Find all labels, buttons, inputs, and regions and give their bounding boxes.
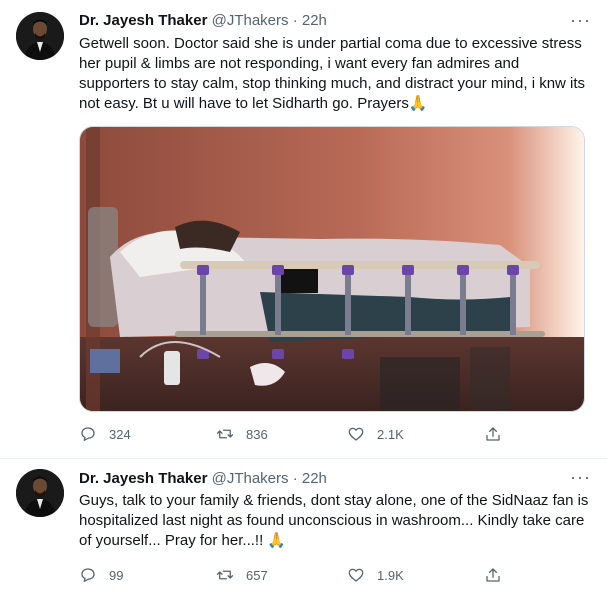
separator-dot: · <box>292 12 298 29</box>
reply-button[interactable]: 99 <box>79 565 123 585</box>
reply-icon <box>81 427 95 442</box>
author-name[interactable]: Dr. Jayesh Thaker <box>79 12 207 29</box>
avatar[interactable] <box>16 12 64 60</box>
hospital-bed-photo <box>80 127 584 411</box>
retweet-button[interactable]: 836 <box>216 424 268 444</box>
retweet-icon <box>216 570 234 580</box>
more-icon[interactable]: ··· <box>570 468 591 486</box>
share-icon <box>486 427 500 441</box>
like-count: 2.1K <box>377 426 404 442</box>
tweet[interactable]: Dr. Jayesh Thaker @JThakers · 22h ··· Gu… <box>0 458 607 602</box>
avatar-image <box>16 12 64 60</box>
author-name[interactable]: Dr. Jayesh Thaker <box>79 470 207 487</box>
tweet-actions: 324 836 2.1K <box>79 424 509 444</box>
like-button[interactable]: 2.1K <box>347 424 404 444</box>
share-icon <box>486 568 500 582</box>
like-button[interactable]: 1.9K <box>347 565 404 585</box>
reply-count: 324 <box>109 426 131 442</box>
timestamp[interactable]: 22h <box>302 470 327 487</box>
reply-button[interactable]: 324 <box>79 424 131 444</box>
tweet-text: Guys, talk to your family & friends, don… <box>79 491 591 551</box>
tweet-media-photo[interactable] <box>79 126 585 412</box>
author-handle[interactable]: @JThakers <box>212 12 289 29</box>
share-button[interactable] <box>484 565 502 585</box>
tweet-body: Getwell soon. Doctor said she is under p… <box>79 35 586 112</box>
avatar[interactable] <box>16 469 64 517</box>
retweet-icon <box>216 429 234 439</box>
retweet-count: 657 <box>246 567 268 583</box>
like-count: 1.9K <box>377 567 404 583</box>
author-handle[interactable]: @JThakers <box>212 470 289 487</box>
separator-dot: · <box>292 470 298 487</box>
tweet-text: Getwell soon. Doctor said she is under p… <box>79 34 591 114</box>
tweet-actions: 99 657 1.9K <box>79 565 509 585</box>
avatar-image <box>16 469 64 517</box>
share-button[interactable] <box>484 424 502 444</box>
timestamp[interactable]: 22h <box>302 12 327 29</box>
tweet[interactable]: Dr. Jayesh Thaker @JThakers · 22h ··· Ge… <box>0 0 607 458</box>
retweet-button[interactable]: 657 <box>216 565 268 585</box>
pray-emoji: 🙏 <box>267 532 287 549</box>
like-icon <box>348 427 364 441</box>
tweet-body: Guys, talk to your family & friends, don… <box>79 492 589 549</box>
reply-count: 99 <box>109 567 124 583</box>
tweet-header: Dr. Jayesh Thaker @JThakers · 22h <box>79 470 591 490</box>
tweet-header: Dr. Jayesh Thaker @JThakers · 22h <box>79 12 591 32</box>
retweet-count: 836 <box>246 426 268 442</box>
pray-emoji: 🙏 <box>408 95 428 112</box>
like-icon <box>348 568 364 582</box>
reply-icon <box>81 568 95 583</box>
more-icon[interactable]: ··· <box>570 11 591 29</box>
